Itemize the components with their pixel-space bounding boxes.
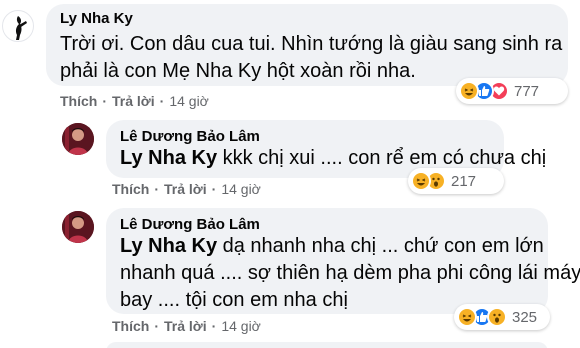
separator-dot: · <box>211 318 217 334</box>
reactions-summary[interactable]: 777 <box>456 78 568 104</box>
separator-dot: · <box>154 181 160 197</box>
separator-dot: · <box>102 93 108 109</box>
separator-dot: · <box>159 93 165 109</box>
reaction-count: 325 <box>512 308 538 326</box>
comment-text-line: Ly Nha Ky dạ nhanh nha chị ... chứ con e… <box>120 232 544 260</box>
comment-text-line: phải là con Mẹ Nha Ky hột xoàn rồi nha. <box>60 60 416 82</box>
mention-tag[interactable]: Ly Nha Ky <box>120 147 217 169</box>
avatar-ly-nha-ky[interactable] <box>2 10 34 42</box>
mention-tag[interactable]: Ly Nha Ky <box>120 235 217 257</box>
wow-icon <box>487 307 507 327</box>
comment-author[interactable]: Lê Dương Bảo Lâm <box>120 216 260 233</box>
reply-link[interactable]: Trả lời <box>112 93 155 109</box>
comment-text: kkk chị xui .... con rể em có chưa chị <box>222 147 547 169</box>
comment-timestamp[interactable]: 14 giờ <box>221 181 261 197</box>
next-comment-bubble <box>106 342 548 348</box>
reactions-summary[interactable]: 325 <box>454 304 550 330</box>
separator-dot: · <box>211 181 217 197</box>
haha-icon <box>459 81 479 101</box>
like-link[interactable]: Thích <box>112 181 149 197</box>
comment-text-line: Trời ơi. Con dâu cua tui. Nhìn tướng là … <box>60 33 563 55</box>
reply-link[interactable]: Trả lời <box>164 318 207 334</box>
haha-icon <box>457 307 477 327</box>
comment-author[interactable]: Lê Dương Bảo Lâm <box>120 128 260 145</box>
comment-text-line: bay .... tội con em nha chị <box>120 289 348 311</box>
reply-link[interactable]: Trả lời <box>164 181 207 197</box>
reaction-count: 777 <box>514 82 540 100</box>
reaction-count: 217 <box>451 172 477 190</box>
comment-author[interactable]: Ly Nha Ky <box>60 10 133 27</box>
comment-actions: Thích · Trả lời · 14 giờ <box>60 93 209 109</box>
comment-text-line: nhanh quá .... sợ thiên hạ dèm pha phi c… <box>120 262 580 284</box>
comment-text: dạ nhanh nha chị ... chứ con em lớn <box>222 235 544 257</box>
separator-dot: · <box>154 318 160 334</box>
reactions-summary[interactable]: 217 <box>408 168 504 194</box>
haha-icon <box>411 171 431 191</box>
comment-actions: Thích · Trả lời · 14 giờ <box>112 318 261 334</box>
avatar-le-duong-bao-lam[interactable] <box>62 123 94 155</box>
comment-timestamp[interactable]: 14 giờ <box>221 318 261 334</box>
like-link[interactable]: Thích <box>112 318 149 334</box>
avatar-le-duong-bao-lam[interactable] <box>62 211 94 243</box>
like-link[interactable]: Thích <box>60 93 97 109</box>
comment-timestamp[interactable]: 14 giờ <box>169 93 209 109</box>
comment-actions: Thích · Trả lời · 14 giờ <box>112 181 261 197</box>
